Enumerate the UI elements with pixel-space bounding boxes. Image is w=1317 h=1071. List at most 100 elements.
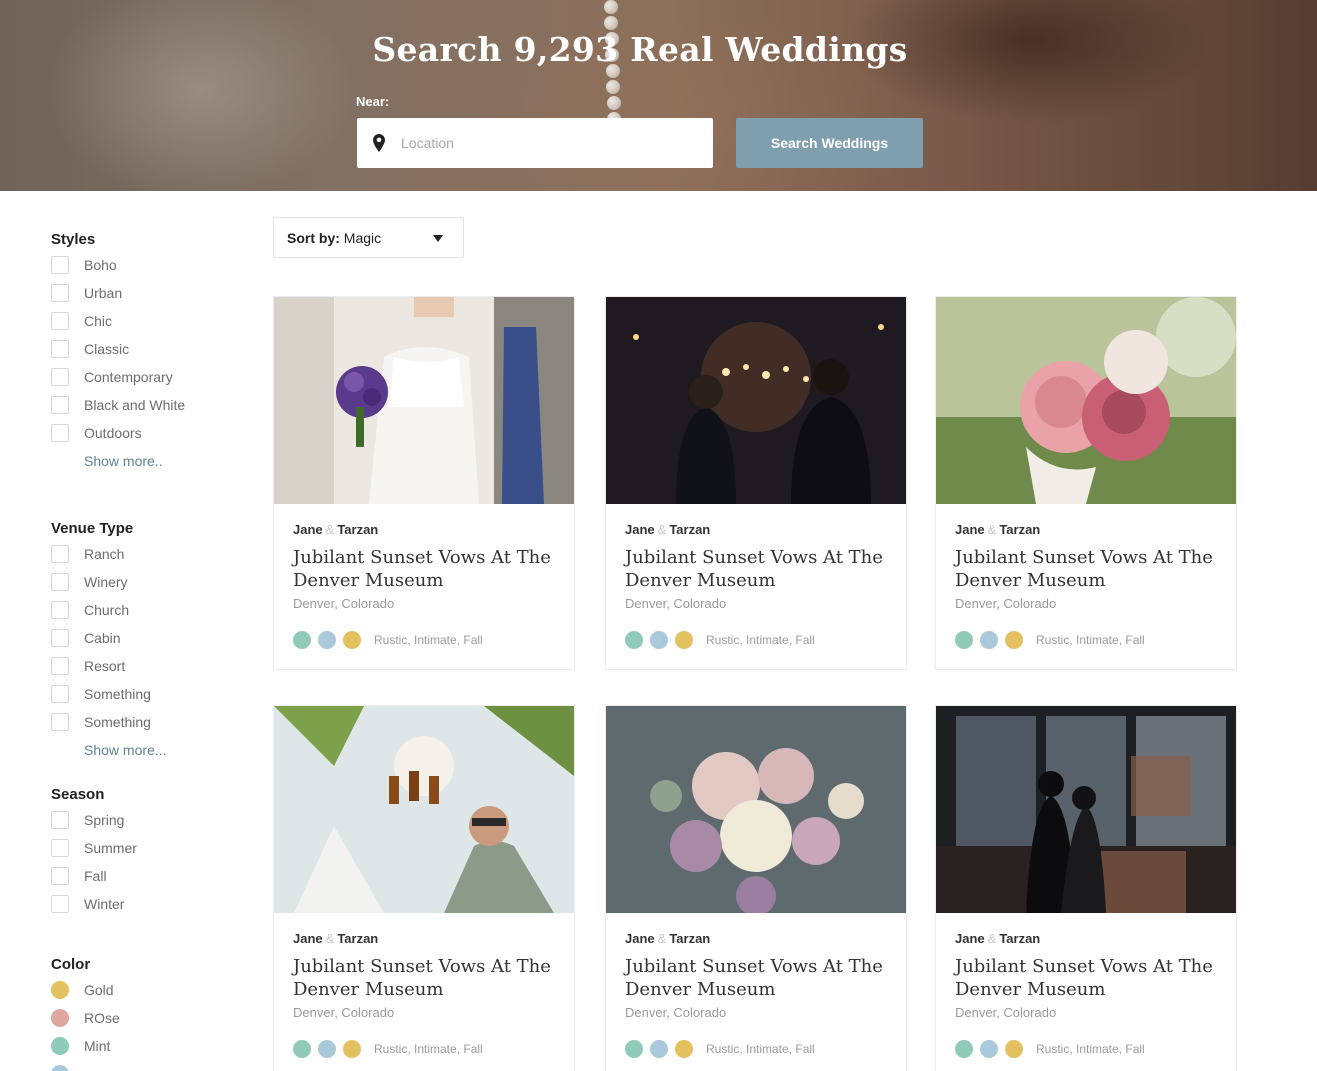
filter-label: Contemporary (84, 369, 173, 385)
filter-item-something[interactable]: Something (51, 708, 241, 736)
venue-type-filter-group: Venue Type Ranch Winery Church Cabin Res… (51, 520, 241, 764)
checkbox[interactable] (51, 895, 69, 913)
page-title: Search 9,293 Real Weddings (372, 30, 908, 69)
card-tags: Rustic, Intimate, Fall (1036, 633, 1145, 647)
filter-item-mint[interactable]: Mint (51, 1032, 241, 1060)
checkbox[interactable] (51, 573, 69, 591)
filter-item-cabin[interactable]: Cabin (51, 624, 241, 652)
filter-item-church[interactable]: Church (51, 596, 241, 624)
wedding-card[interactable]: Jane & Tarzan Jubilant Sunset Vows At The … (935, 705, 1237, 1071)
card-tags: Rustic, Intimate, Fall (374, 1042, 483, 1056)
card-title[interactable]: Jubilant Sunset Vows At The Denver Museu… (293, 546, 558, 592)
checkbox[interactable] (51, 839, 69, 857)
filter-label: Church (84, 602, 130, 618)
checkbox[interactable] (51, 713, 69, 731)
filter-item-black-and-white[interactable]: Black and White (51, 391, 241, 419)
color-dot (675, 1040, 693, 1058)
filter-item-contemporary[interactable]: Contemporary (51, 363, 241, 391)
search-weddings-button[interactable]: Search Weddings (736, 118, 923, 168)
wedding-card[interactable]: Jane & Tarzan Jubilant Sunset Vows At The … (605, 705, 907, 1071)
color-swatch[interactable] (51, 1037, 69, 1055)
filter-label: Winter (84, 896, 125, 912)
filter-item-outdoors[interactable]: Outdoors (51, 419, 241, 447)
filter-item-summer[interactable]: Summer (51, 834, 241, 862)
card-title[interactable]: Jubilant Sunset Vows At The Denver Museu… (625, 955, 890, 1001)
location-input[interactable] (401, 135, 681, 151)
wedding-photo-image[interactable] (274, 297, 574, 504)
filter-label: Something (84, 714, 151, 730)
filter-item-ranch[interactable]: Ranch (51, 540, 241, 568)
partner-name: Jane (955, 931, 985, 946)
partner-name: Jane (293, 931, 323, 946)
filter-label: Resort (84, 658, 126, 674)
wedding-photo-image[interactable] (274, 706, 574, 913)
filter-item-chic[interactable]: Chic (51, 307, 241, 335)
card-title[interactable]: Jubilant Sunset Vows At The Denver Museu… (625, 546, 890, 592)
wedding-card[interactable]: Jane & Tarzan Jubilant Sunset Vows At The … (273, 296, 575, 670)
couple-names: Jane & Tarzan (625, 931, 887, 946)
card-title[interactable]: Jubilant Sunset Vows At The Denver Museu… (955, 955, 1220, 1001)
color-dot (955, 1040, 973, 1058)
wedding-photo-image[interactable] (606, 297, 906, 504)
filter-item-fall[interactable]: Fall (51, 862, 241, 890)
color-filter-title: Color (51, 956, 91, 973)
checkbox[interactable] (51, 867, 69, 885)
filter-item-partial[interactable] (51, 1060, 241, 1071)
filter-item-urban[interactable]: Urban (51, 279, 241, 307)
checkbox[interactable] (51, 312, 69, 330)
wedding-photo-image[interactable] (936, 706, 1236, 913)
checkbox[interactable] (51, 685, 69, 703)
checkbox[interactable] (51, 629, 69, 647)
ampersand: & (325, 522, 335, 537)
chevron-down-icon (433, 235, 443, 242)
ampersand: & (987, 931, 997, 946)
filter-item-resort[interactable]: Resort (51, 652, 241, 680)
sort-prefix: Sort by: (287, 229, 340, 246)
wedding-photo-image[interactable] (606, 706, 906, 913)
checkbox[interactable] (51, 811, 69, 829)
checkbox[interactable] (51, 545, 69, 563)
styles-show-more-link[interactable]: Show more.. (84, 447, 241, 475)
filter-label: Fall (84, 868, 107, 884)
wedding-card[interactable]: Jane & Tarzan Jubilant Sunset Vows At The … (273, 705, 575, 1071)
filter-item-something[interactable]: Something (51, 680, 241, 708)
color-dot (650, 631, 668, 649)
venue-show-more-link[interactable]: Show more... (84, 736, 241, 764)
card-meta: Rustic, Intimate, Fall (625, 1040, 887, 1058)
color-filter-group: Color Gold ROse Mint (51, 956, 241, 1071)
wedding-photo-image[interactable] (936, 297, 1236, 504)
color-dot (293, 631, 311, 649)
checkbox[interactable] (51, 424, 69, 442)
filter-label: Winery (84, 574, 128, 590)
filter-label: Summer (84, 840, 137, 856)
filter-item-rose[interactable]: ROse (51, 1004, 241, 1032)
sort-dropdown[interactable]: Sort by: Magic (273, 217, 464, 258)
filter-item-winery[interactable]: Winery (51, 568, 241, 596)
color-swatch[interactable] (51, 1065, 69, 1071)
color-dot (318, 631, 336, 649)
couple-names: Jane & Tarzan (293, 522, 555, 537)
color-swatch[interactable] (51, 981, 69, 999)
card-title[interactable]: Jubilant Sunset Vows At The Denver Museu… (955, 546, 1220, 592)
partner-name: Jane (625, 522, 655, 537)
filter-item-spring[interactable]: Spring (51, 806, 241, 834)
filter-item-winter[interactable]: Winter (51, 890, 241, 918)
wedding-card[interactable]: Jane & Tarzan Jubilant Sunset Vows At The … (605, 296, 907, 670)
checkbox[interactable] (51, 340, 69, 358)
color-dot (293, 1040, 311, 1058)
checkbox[interactable] (51, 284, 69, 302)
checkbox[interactable] (51, 368, 69, 386)
color-dot (343, 1040, 361, 1058)
filter-item-classic[interactable]: Classic (51, 335, 241, 363)
checkbox[interactable] (51, 657, 69, 675)
checkbox[interactable] (51, 396, 69, 414)
season-filter-title: Season (51, 786, 105, 803)
filter-item-gold[interactable]: Gold (51, 976, 241, 1004)
checkbox[interactable] (51, 256, 69, 274)
card-title[interactable]: Jubilant Sunset Vows At The Denver Museu… (293, 955, 558, 1001)
color-swatch[interactable] (51, 1009, 69, 1027)
filter-item-boho[interactable]: Boho (51, 251, 241, 279)
checkbox[interactable] (51, 601, 69, 619)
location-field[interactable] (357, 118, 713, 168)
wedding-card[interactable]: Jane & Tarzan Jubilant Sunset Vows At The … (935, 296, 1237, 670)
